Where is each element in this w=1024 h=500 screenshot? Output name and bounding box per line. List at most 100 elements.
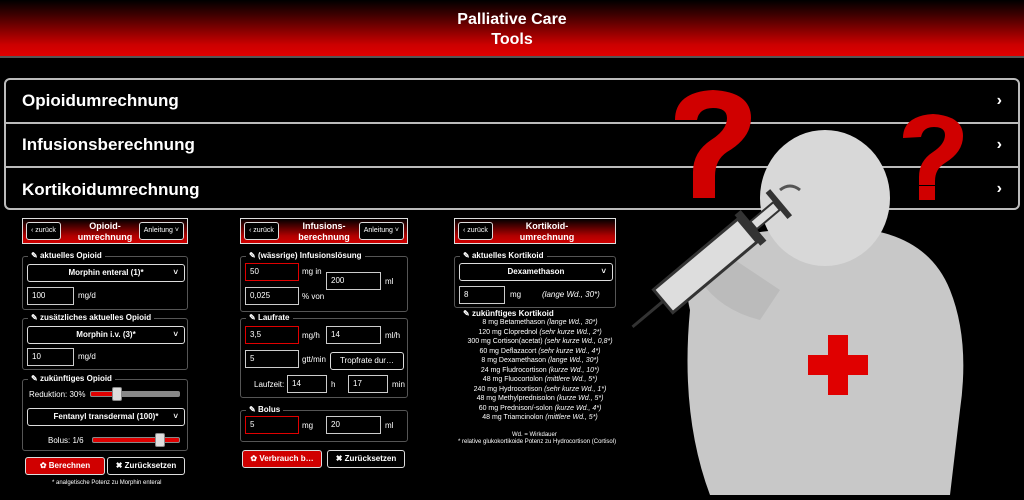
unit-label: mg/d [78, 352, 96, 361]
opioid-current-select[interactable]: Morphin enteral (1)* ˅ [27, 264, 185, 282]
unit-label: mg in [302, 267, 322, 276]
cortico-duration: (sehr kurze Wd., 4*) [538, 347, 601, 355]
button-label: Tropfrate dur… [340, 356, 394, 365]
manual-label: Anleitung [143, 227, 173, 234]
bolus-mg-input[interactable]: 5 [245, 416, 299, 434]
cortico-dose: 60 mg Deflazacort [479, 347, 539, 355]
back-label: zurück [35, 227, 56, 234]
app-title-line1: Palliative Care [457, 11, 567, 28]
cortico-duration: (sehr kurze Wd., 1*) [544, 385, 607, 393]
manual-label: Anleitung [363, 227, 393, 234]
unit-label: mg/h [302, 331, 320, 340]
cortico-result-item: 300 mg Cortison(acetat) (sehr kurze Wd.,… [460, 337, 620, 347]
cortico-result-item: 48 mg Fluocortolon (mittlere Wd., 5*) [460, 375, 620, 385]
section-heading: ✎ Bolus [246, 405, 284, 414]
cortico-dose: 120 mg Cloprednol [478, 328, 540, 336]
opioid-additional-dose-input[interactable]: 10 [27, 348, 74, 366]
menu-item-label: Kortikoidumrechnung [22, 180, 200, 199]
runtime-hours-input[interactable]: 14 [287, 375, 327, 393]
reduction-label: Reduktion: 30% [29, 390, 86, 399]
menu-item-label: Opioidumrechnung [22, 91, 179, 110]
unit-label: mg [510, 290, 522, 299]
percent-input[interactable]: 0,025 [245, 287, 299, 305]
drip-rate-input[interactable]: 5 [245, 350, 299, 368]
cortico-duration: (kurze Wd., 10*) [548, 366, 600, 374]
select-value: Dexamethason [507, 267, 565, 276]
back-label: zurück [253, 227, 274, 234]
bolus-slider[interactable] [92, 437, 180, 443]
back-button[interactable]: ‹ zurück [26, 222, 61, 240]
select-value: Morphin enteral (1)* [68, 268, 144, 277]
cortico-result-item: 48 mg Methylprednisolon (kurze Wd., 5*) [460, 394, 620, 404]
cortico-duration: (lange Wd., 30*) [547, 319, 598, 326]
cortico-duration: (lange Wd., 30*) [547, 357, 599, 364]
infusion-panel: ‹ zurück Infusions-berechnung Anleitung … [240, 218, 408, 244]
section-heading: ✎ aktuelles Opioid [28, 251, 105, 260]
opioid-panel: ‹ zurück Opioid-umrechnung Anleitung ˅ [22, 218, 188, 244]
drug-amount-input[interactable]: 50 [245, 263, 299, 281]
bolus-slider-handle[interactable] [155, 433, 166, 447]
panel-title: Opioid-umrechnung [77, 221, 133, 242]
runtime-label: Laufzeit: [254, 380, 285, 389]
chevron-down-icon: ˅ [173, 412, 178, 421]
back-label: zurück [467, 227, 488, 234]
select-value: Fentanyl transdermal (100)* [53, 412, 159, 421]
unit-label: mg [302, 421, 314, 430]
app-header: Palliative Care Tools [0, 0, 1024, 58]
opioid-current-dose-input[interactable]: 100 [27, 287, 74, 305]
question-mark-icon [903, 114, 963, 200]
calculate-button[interactable]: ✿ Berechnen [25, 457, 105, 475]
chevron-down-icon: ˅ [173, 330, 178, 339]
reduction-slider-handle[interactable] [112, 387, 122, 401]
footnote: * analgetische Potenz zu Morphin enteral [52, 480, 162, 486]
cortico-result-item: 60 mg Deflazacort (sehr kurze Wd., 4*) [460, 347, 620, 357]
volume-input[interactable]: 200 [326, 272, 381, 290]
cortico-dose: 8 mg Betamethason [482, 319, 547, 326]
cortico-current-select[interactable]: Dexamethason ˅ [459, 263, 613, 281]
drip-rate-select[interactable]: Tropfrate dur… [330, 352, 404, 370]
manual-button[interactable]: Anleitung ˅ [138, 222, 184, 240]
section-heading: ✎ aktuelles Kortikoid [460, 251, 547, 260]
cortico-duration: (sehr kurze Wd., 2*) [539, 328, 602, 336]
consumption-button[interactable]: ✿ Verbrauch b… [242, 450, 322, 468]
opioid-additional-select[interactable]: Morphin i.v. (3)* ˅ [27, 326, 185, 344]
unit-label: mg/d [78, 291, 96, 300]
runtime-minutes-input[interactable]: 17 [348, 375, 388, 393]
opioid-future-select[interactable]: Fentanyl transdermal (100)* ˅ [27, 408, 185, 426]
cortico-dose: 24 mg Fludrocortison [480, 366, 549, 374]
section-heading-text: Laufrate [257, 313, 290, 322]
cortico-dose: 48 mg Fluocortolon [482, 376, 545, 383]
cortico-duration: (kurze Wd., 4*) [554, 404, 602, 412]
reset-button[interactable]: ✖ Zurücksetzen [327, 450, 405, 468]
chevron-down-icon: ˅ [601, 267, 606, 276]
section-heading: ✎ (wässrige) Infusionslösung [246, 251, 365, 260]
button-label: Zurücksetzen [344, 454, 397, 463]
manual-button[interactable]: Anleitung ˅ [358, 222, 404, 240]
rate-mg-input[interactable]: 3,5 [245, 326, 299, 344]
cortico-dose: 60 mg Prednison/-solon [478, 404, 555, 412]
cortico-dose-input[interactable]: 8 [459, 286, 505, 304]
panel-title: Infusions-berechnung [298, 221, 350, 242]
bolus-ml-input[interactable]: 20 [326, 416, 381, 434]
duration-label: (lange Wd., 30*) [542, 290, 600, 299]
cortico-result-item: 120 mg Cloprednol (sehr kurze Wd., 2*) [460, 328, 620, 338]
rate-ml-input[interactable]: 14 [326, 326, 381, 344]
unit-label: min [392, 380, 405, 389]
cortico-duration: (sehr kurze Wd., 0,8*) [544, 338, 613, 345]
button-label: Verbrauch b… [259, 454, 314, 463]
unit-label: ml/h [385, 331, 401, 340]
cortico-duration: (mittlere Wd., 5*) [544, 376, 598, 383]
unit-label: ml [385, 421, 394, 430]
footnote: * relative glukokortikoide Potenz zu Hyd… [458, 439, 617, 445]
cortico-result-item: 240 mg Hydrocortison (sehr kurze Wd., 1*… [460, 385, 620, 395]
back-button[interactable]: ‹ zurück [458, 222, 493, 240]
reset-button[interactable]: ✖ Zurücksetzen [107, 457, 185, 475]
back-button[interactable]: ‹ zurück [244, 222, 279, 240]
cortico-dose: 240 mg Hydrocortison [473, 385, 545, 393]
figure-head [760, 130, 890, 266]
cortico-panel: ‹ zurück Kortikoid-umrechnung [454, 218, 616, 244]
cortico-result-item: 48 mg Triamcinolon (mittlere Wd., 5*) [460, 413, 620, 423]
section-heading: ✎ zusätzliches aktuelles Opioid [28, 313, 155, 322]
unit-label: % von [302, 292, 325, 301]
section-heading-text: zusätzliches aktuelles Opioid [39, 313, 152, 322]
